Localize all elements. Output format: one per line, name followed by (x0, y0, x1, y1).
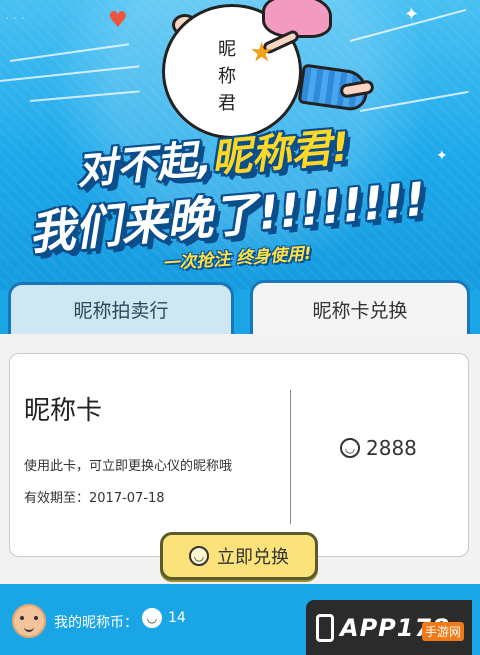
card-price: ◡ 2888 (340, 436, 417, 460)
ball-char: 君 (218, 93, 236, 114)
ball-char: 昵 (218, 39, 236, 60)
ball-char: 称 (218, 66, 236, 87)
coin-icon: ◡ (340, 438, 360, 458)
promo-banner: ✦ ✦ ◆ ♥ · · · 昵 称 君 ★ 对不起,昵称君! 我们来晚了!!!!… (0, 0, 480, 290)
tab-label: 昵称拍卖行 (73, 300, 169, 322)
card-expiry: 有效期至：2017-07-18 (24, 491, 165, 506)
redeem-now-button[interactable]: ◡ 立即兑换 (160, 532, 318, 580)
coin-balance: ◡ 14 (142, 608, 186, 628)
heart-icon: ♥ (108, 8, 128, 33)
redeem-button-label: 立即兑换 (217, 547, 289, 568)
tab-nickname-auction[interactable]: 昵称拍卖行 (8, 282, 234, 334)
speed-line (0, 65, 140, 82)
card-description: 使用此卡，可立即更换心仪的昵称哦 (24, 459, 233, 474)
speed-line (359, 90, 469, 112)
speed-line (29, 90, 140, 102)
coin-icon: ◡ (142, 608, 162, 628)
price-value: 2888 (366, 436, 417, 460)
ball-text: 昵 称 君 (212, 36, 242, 117)
coin-icon: ◡ (189, 546, 209, 566)
card-title: 昵称卡 (24, 396, 103, 426)
phone-icon (316, 613, 334, 642)
decor-sticker: · · · (6, 14, 26, 24)
star-icon: ★ (250, 38, 274, 68)
tab-label: 昵称卡兑换 (312, 300, 408, 322)
tab-nickname-card-redeem[interactable]: 昵称卡兑换 (250, 280, 470, 336)
balance-value: 14 (168, 610, 186, 626)
avatar[interactable] (12, 604, 46, 638)
sparkle-icon: ✦ (436, 148, 448, 164)
balance-label: 我的昵称币： (54, 615, 138, 631)
divider (290, 390, 291, 524)
watermark-logo: APP178 手游网 (306, 600, 472, 655)
sparkle-icon: ✦ (404, 4, 420, 25)
speed-line (9, 43, 129, 62)
watermark-sub: 手游网 (421, 622, 464, 641)
